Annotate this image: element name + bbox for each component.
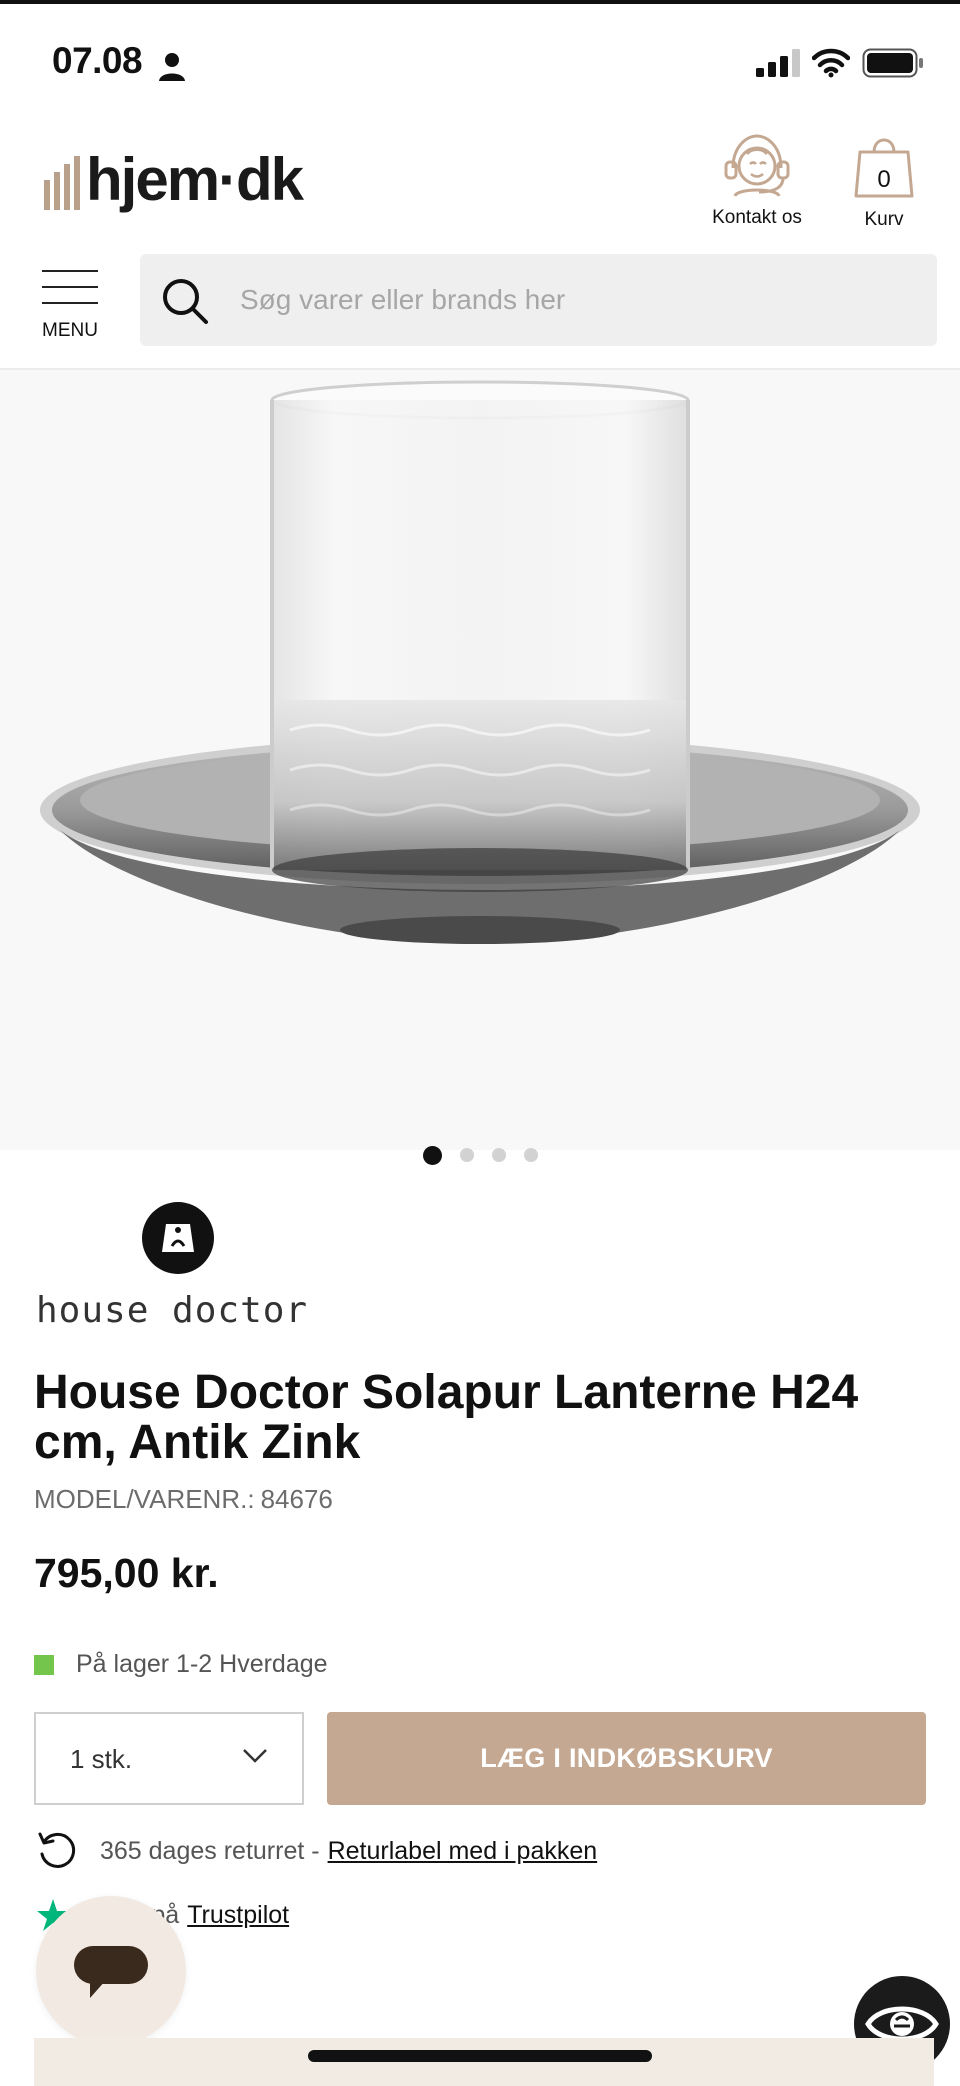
chevron-down-icon — [243, 1749, 267, 1763]
search-input[interactable] — [240, 254, 920, 346]
menu-button[interactable]: MENU — [38, 268, 100, 342]
menu-icon — [42, 270, 98, 272]
trustpilot-link[interactable]: Trustpilot — [187, 1901, 289, 1930]
logo-text: hjem·dk — [86, 146, 304, 213]
logo-mark — [44, 150, 80, 210]
status-time: 07.08 — [52, 40, 143, 81]
add-to-cart-button[interactable]: LÆG I INDKØBSKURV — [327, 1712, 926, 1805]
lantern-image — [0, 370, 960, 1150]
chat-button[interactable] — [36, 1896, 186, 2046]
status-icons — [756, 48, 924, 78]
quantity-value: 1 stk. — [70, 1744, 133, 1774]
signal-icon — [756, 49, 800, 77]
stock-status: På lager 1-2 Hverdage — [34, 1650, 328, 1679]
search-icon[interactable] — [160, 276, 210, 326]
search-bar[interactable] — [140, 254, 937, 346]
carousel-dot-1[interactable] — [422, 1146, 442, 1165]
returns-text: 365 dages returret - — [100, 1836, 320, 1865]
return-arrow-icon — [38, 1832, 76, 1868]
carousel-dot-2[interactable] — [459, 1148, 474, 1162]
product-image[interactable] — [0, 370, 960, 1150]
cart-button[interactable]: 0 Kurv — [846, 132, 922, 231]
returns-info: 365 dages returret - Returlabel med i pa… — [36, 1830, 597, 1872]
home-indicator[interactable] — [308, 2050, 652, 2062]
status-bar: 07.08 — [0, 4, 960, 122]
model-number: MODEL/VARENR.: 84676 — [34, 1484, 333, 1515]
product-title: House Doctor Solapur Lanterne H24 cm, An… — [34, 1366, 859, 1469]
product-price: 795,00 kr. — [34, 1550, 219, 1596]
carousel-dot-4[interactable] — [523, 1148, 538, 1162]
brand-name[interactable]: house doctor — [36, 1290, 308, 1331]
tag-icon — [162, 1224, 194, 1252]
headset-icon — [724, 134, 790, 197]
model-value: 84676 — [260, 1484, 333, 1514]
contact-button[interactable]: Kontakt os — [712, 132, 802, 229]
model-label: MODEL/VARENR.: — [34, 1484, 255, 1514]
menu-label: MENU — [42, 320, 98, 341]
site-logo[interactable]: hjem·dk — [44, 146, 304, 213]
quantity-select[interactable]: 1 stk. — [34, 1712, 304, 1805]
contact-label: Kontakt os — [712, 207, 802, 228]
site-header: hjem·dk Kontakt os 0 Kurv — [0, 122, 960, 250]
stock-text: På lager 1-2 Hverdage — [76, 1650, 328, 1678]
carousel-dot-3[interactable] — [491, 1148, 506, 1162]
battery-icon — [862, 48, 923, 78]
cart-count: 0 — [877, 166, 891, 193]
returns-label-link[interactable]: Returlabel med i pakken — [328, 1837, 598, 1866]
chat-icon — [74, 1946, 148, 1998]
person-icon — [159, 53, 185, 81]
brand-badge — [142, 1202, 214, 1274]
stock-indicator-icon — [34, 1654, 54, 1675]
carousel-dots — [0, 1146, 960, 1165]
bottom-banner — [34, 2038, 934, 2086]
wifi-icon — [812, 48, 850, 78]
cart-label: Kurv — [864, 209, 904, 230]
